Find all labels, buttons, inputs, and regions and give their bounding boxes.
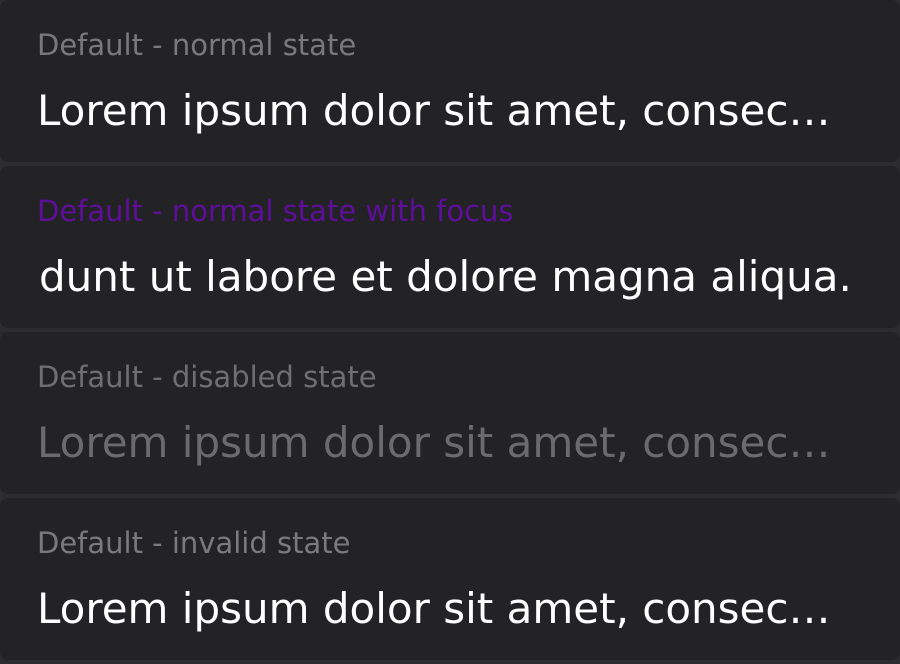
- text-field-disabled: Default - disabled state Lorem ipsum dol…: [0, 332, 900, 494]
- text-field-list: Default - normal state Lorem ipsum dolor…: [0, 0, 900, 664]
- field-label: Default - disabled state: [37, 360, 377, 394]
- field-label: Default - normal state: [37, 28, 357, 62]
- field-value[interactable]: Lorem ipsum dolor sit amet, consec…: [37, 82, 863, 140]
- field-label: Default - invalid state: [37, 526, 351, 560]
- field-label: Default - normal state with focus: [37, 194, 514, 228]
- field-value: Lorem ipsum dolor sit amet, consec…: [37, 418, 831, 467]
- field-value[interactable]: Lorem ipsum dolor sit amet, consec…: [37, 580, 863, 638]
- text-field-focused[interactable]: Default - normal state with focus dunt u…: [0, 166, 900, 328]
- field-value[interactable]: dunt ut labore et dolore magna aliqua.: [39, 248, 879, 306]
- text-field-normal[interactable]: Default - normal state Lorem ipsum dolor…: [0, 0, 900, 162]
- text-field-invalid[interactable]: Default - invalid state Lorem ipsum dolo…: [0, 498, 900, 660]
